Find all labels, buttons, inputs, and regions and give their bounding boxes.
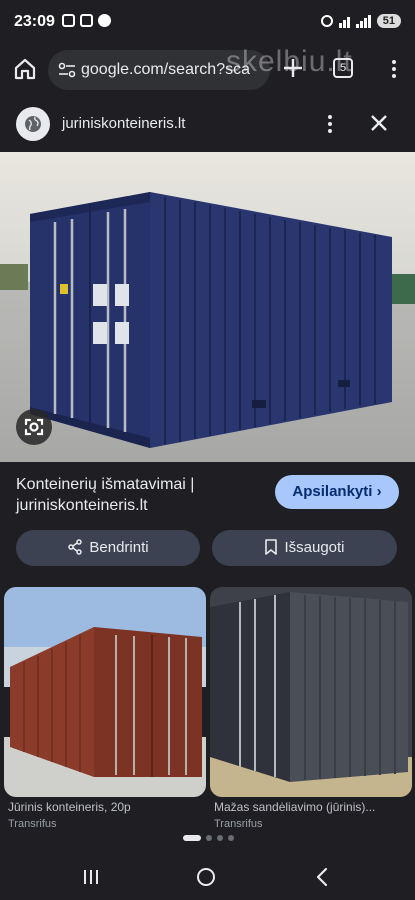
related-source-1: Transrifus bbox=[8, 818, 57, 828]
related-caption-1[interactable]: Jūrinis konteineris, 20p bbox=[8, 800, 204, 814]
related-caption-2[interactable]: Mažas sandėliavimo (jūrinis)... bbox=[214, 800, 410, 814]
browser-toolbar: google.com/search?sca skelbiu.lt 5 bbox=[0, 44, 415, 96]
recents-icon[interactable] bbox=[82, 869, 100, 885]
globe-icon bbox=[25, 116, 41, 132]
battery-indicator: 51 bbox=[376, 14, 401, 28]
app-notification-icon bbox=[98, 14, 111, 27]
options-icon[interactable] bbox=[320, 112, 340, 136]
wifi-icon bbox=[338, 15, 350, 28]
mail-icon bbox=[80, 14, 93, 27]
pager-dot bbox=[228, 835, 234, 841]
share-label: Bendrinti bbox=[89, 539, 149, 556]
screenshot-icon bbox=[62, 14, 75, 27]
visit-label: Apsilankyti bbox=[292, 483, 373, 500]
lens-icon bbox=[24, 418, 44, 436]
home-nav-icon[interactable] bbox=[197, 868, 215, 886]
pager-dot bbox=[217, 835, 223, 841]
signal-icon bbox=[355, 14, 371, 28]
save-button[interactable]: Išsaugoti bbox=[212, 530, 397, 566]
back-icon[interactable] bbox=[315, 867, 329, 887]
share-button[interactable]: Bendrinti bbox=[16, 530, 200, 566]
bookmark-icon bbox=[265, 539, 278, 555]
status-time: 23:09 bbox=[14, 13, 55, 30]
status-right-icons: 51 bbox=[320, 14, 401, 28]
site-favicon bbox=[16, 107, 50, 141]
home-icon[interactable] bbox=[13, 57, 37, 81]
related-result-thumbnail[interactable] bbox=[4, 587, 206, 797]
share-icon bbox=[68, 539, 83, 555]
site-name[interactable]: juriniskonteineris.lt bbox=[62, 115, 185, 132]
shipping-container-image bbox=[0, 152, 415, 462]
related-result-thumbnail[interactable] bbox=[210, 587, 412, 797]
result-image[interactable] bbox=[0, 152, 415, 462]
notification-icons bbox=[62, 14, 111, 27]
pager-dot-active bbox=[183, 835, 201, 841]
related-source-2: Transrifus bbox=[214, 818, 263, 828]
result-title[interactable]: Konteinerių išmatavimai | juriniskontein… bbox=[16, 474, 266, 516]
pager-dot bbox=[206, 835, 212, 841]
close-icon[interactable] bbox=[366, 110, 392, 136]
chevron-right-icon: › bbox=[376, 483, 382, 500]
gray-container-image bbox=[210, 587, 412, 797]
location-icon bbox=[320, 15, 333, 27]
result-pager bbox=[183, 835, 234, 841]
new-tab-icon[interactable] bbox=[281, 56, 305, 80]
rust-container-image bbox=[4, 587, 206, 797]
tab-switcher-button[interactable]: 5 bbox=[333, 58, 353, 78]
more-menu-icon[interactable] bbox=[382, 57, 406, 81]
lens-search-button[interactable] bbox=[16, 409, 52, 445]
save-label: Išsaugoti bbox=[284, 539, 345, 556]
system-navigation-bar bbox=[0, 852, 415, 900]
status-bar: 23:09 51 bbox=[0, 0, 415, 44]
site-settings-icon[interactable] bbox=[58, 62, 76, 78]
result-header: juriniskonteineris.lt bbox=[0, 96, 415, 152]
visit-button[interactable]: Apsilankyti › bbox=[275, 475, 399, 509]
